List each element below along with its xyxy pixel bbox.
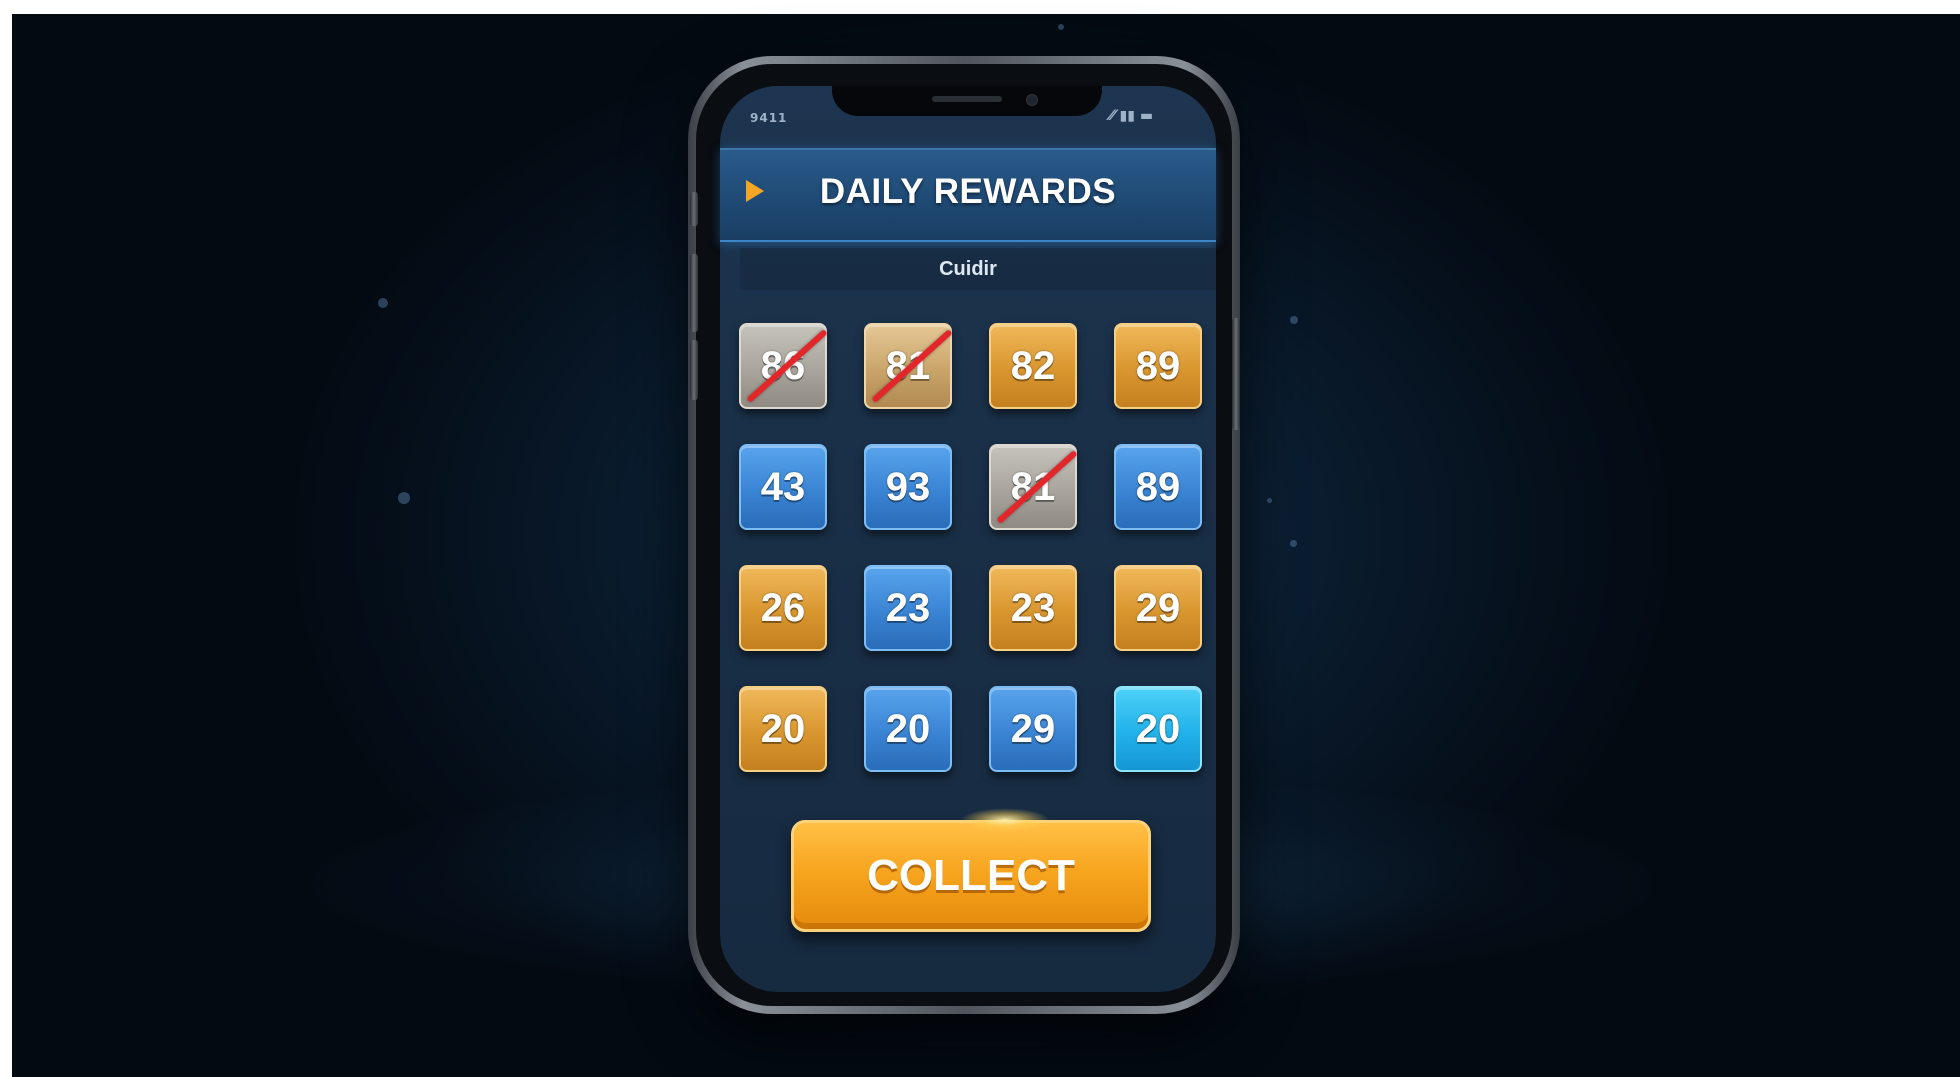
reward-tile[interactable]: 26 xyxy=(739,565,827,651)
claimed-slash xyxy=(996,449,1078,525)
power-button xyxy=(1232,318,1240,430)
subheader-title: Cuidir xyxy=(939,258,997,280)
reward-tile[interactable]: 89 xyxy=(1114,444,1202,530)
reward-value: 26 xyxy=(760,585,806,630)
collect-button[interactable]: COLLECT xyxy=(791,820,1151,932)
reward-tile[interactable]: 20 xyxy=(864,686,952,772)
volume-up-button xyxy=(690,254,698,332)
speaker-grille xyxy=(932,96,1002,102)
reward-tile[interactable]: 82 xyxy=(989,323,1077,409)
mute-switch xyxy=(690,192,698,226)
bokeh-dot xyxy=(1267,498,1272,503)
volume-down-button xyxy=(690,340,698,400)
reward-value: 43 xyxy=(760,464,806,509)
page-title: DAILY REWARDS xyxy=(819,172,1117,211)
bokeh-dot xyxy=(1290,316,1298,324)
claimed-slash xyxy=(746,328,828,404)
reward-value: 20 xyxy=(1135,706,1181,751)
reward-value: 93 xyxy=(885,464,931,509)
reward-value: 20 xyxy=(885,706,931,751)
reward-tile[interactable]: 23 xyxy=(864,565,952,651)
reward-value: 89 xyxy=(1135,343,1181,388)
reward-value: 23 xyxy=(885,585,931,630)
reward-value: 82 xyxy=(1010,343,1056,388)
reward-tile[interactable]: 20 xyxy=(1114,686,1202,772)
reward-value: 23 xyxy=(1010,585,1056,630)
bokeh-dot xyxy=(378,298,388,308)
front-camera xyxy=(1026,94,1038,106)
reward-tile[interactable]: 20 xyxy=(739,686,827,772)
sparkle-glow xyxy=(960,808,1050,832)
reward-value: 29 xyxy=(1135,585,1181,630)
reward-tile[interactable]: 86 xyxy=(739,323,828,409)
reward-value: 20 xyxy=(760,706,806,751)
reward-tile[interactable]: 81 xyxy=(864,323,953,409)
reward-value: 29 xyxy=(1010,706,1056,751)
bokeh-dot xyxy=(398,492,410,504)
reward-tile[interactable]: 23 xyxy=(989,565,1077,651)
reward-tile[interactable]: 81 xyxy=(989,444,1078,530)
reward-tile[interactable]: 29 xyxy=(989,686,1077,772)
reward-tile[interactable]: 89 xyxy=(1114,323,1202,409)
status-time: 9411 xyxy=(750,111,788,125)
claimed-slash xyxy=(871,328,953,404)
reward-tile[interactable]: 29 xyxy=(1114,565,1202,651)
reward-tile[interactable]: 93 xyxy=(864,444,952,530)
bokeh-dot xyxy=(1058,24,1064,30)
status-indicators: ⁄⁄ ▮▮ ▬ xyxy=(1110,108,1154,124)
reward-tile[interactable]: 43 xyxy=(739,444,827,530)
bokeh-dot xyxy=(1290,540,1297,547)
reward-value: 89 xyxy=(1135,464,1181,509)
